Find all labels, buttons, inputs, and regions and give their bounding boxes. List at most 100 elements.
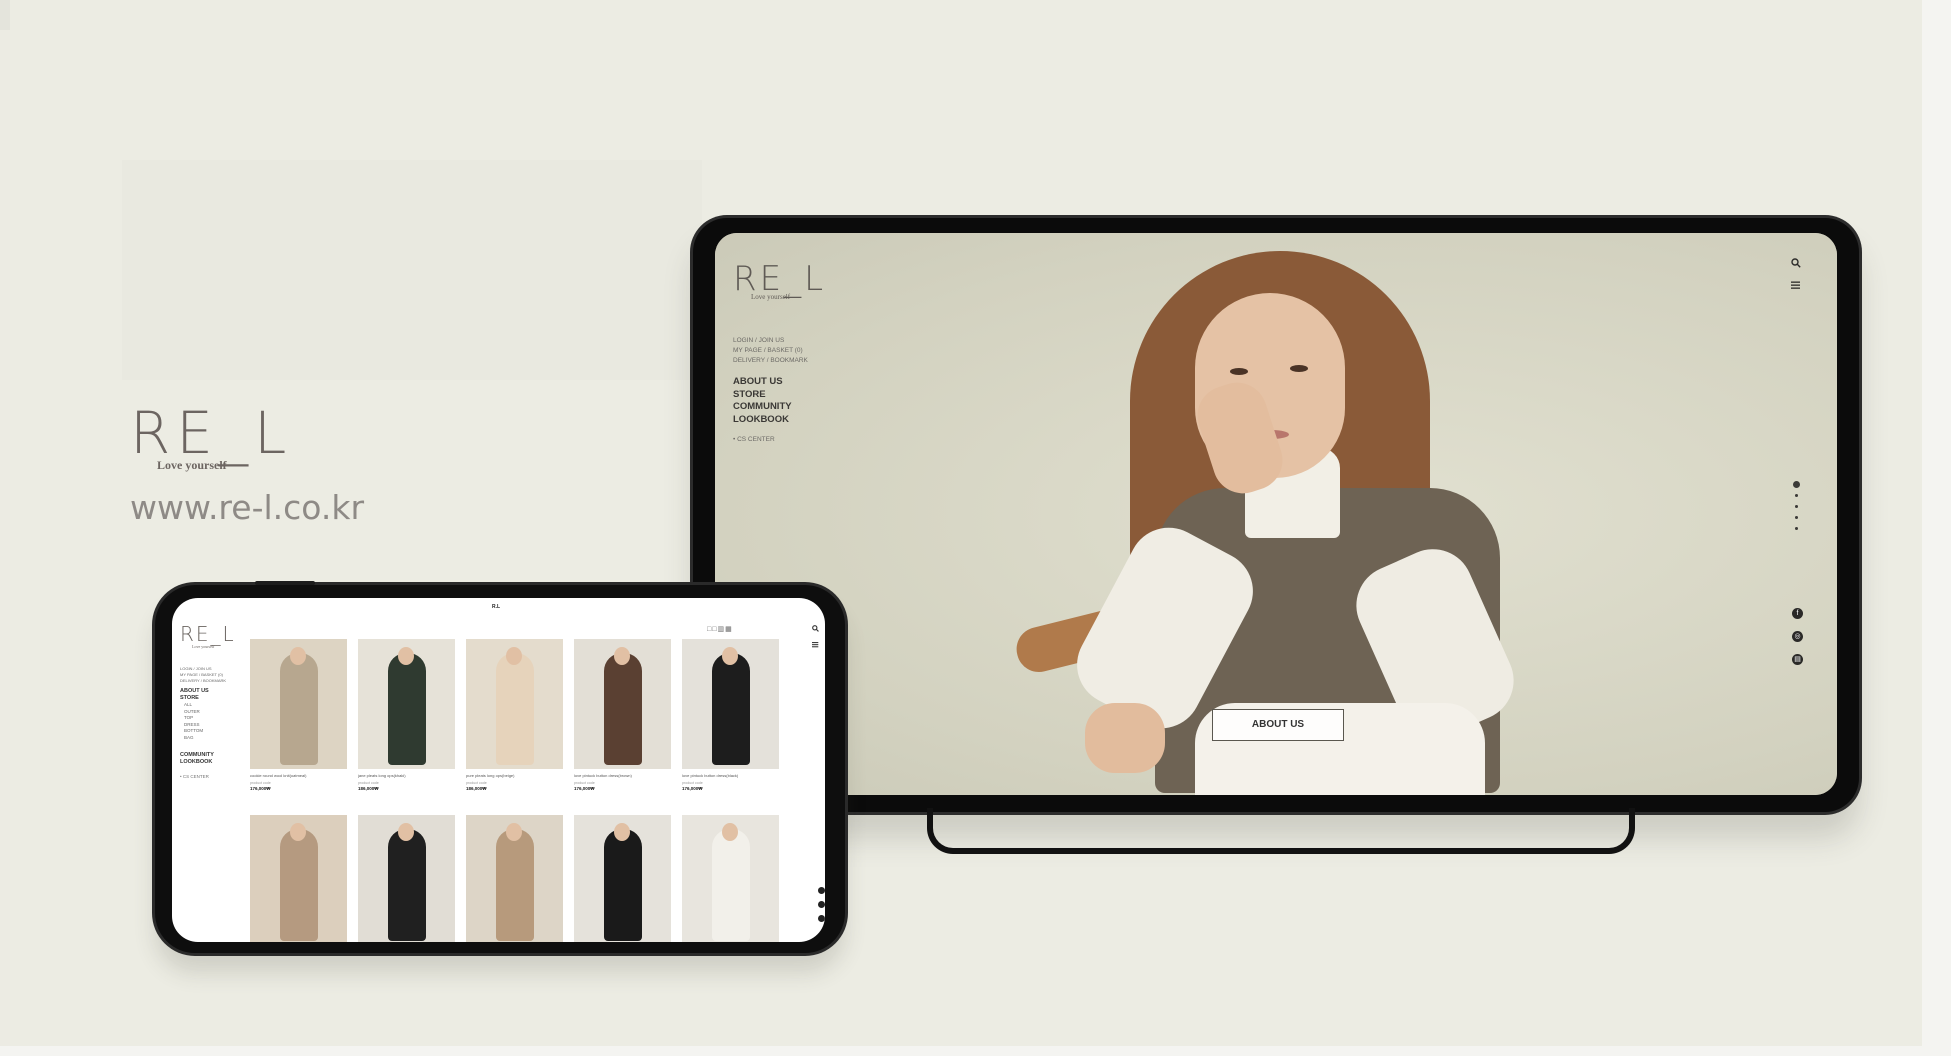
- slider-dot[interactable]: [1794, 516, 1798, 519]
- hero-menu-lookbook[interactable]: LOOKBOOK: [733, 414, 792, 427]
- product-card[interactable]: jane pleats long ops(khaki) product code 1…: [358, 639, 455, 791]
- blog-icon[interactable]: ▤: [1792, 654, 1803, 665]
- product-price: 176,000₩: [682, 786, 703, 791]
- slider-dot[interactable]: [1794, 505, 1798, 508]
- product-card[interactable]: love pintuck button dress(brown) product …: [574, 639, 671, 791]
- site-url[interactable]: www.re-l.co.kr: [130, 488, 364, 527]
- product-model-head: [398, 647, 414, 665]
- shop-screen: R.L RE_L Love yourself LOGIN / JOIN US M…: [172, 598, 825, 942]
- product-model-figure: [280, 829, 318, 941]
- hero-menu-about[interactable]: ABOUT US: [733, 376, 792, 389]
- slider-dot[interactable]: [1794, 527, 1798, 530]
- product-name[interactable]: pure pleats long ops(beige): [466, 773, 563, 778]
- product-price: 176,000₩: [574, 786, 595, 791]
- hero-photo-eye: [1230, 368, 1248, 375]
- phone-device-mockup: R.L RE_L Love yourself LOGIN / JOIN US M…: [155, 581, 845, 953]
- product-model-head: [290, 647, 306, 665]
- right-background-strip: [1922, 0, 1951, 1056]
- product-card[interactable]: [250, 815, 347, 942]
- product-name[interactable]: jane pleats long ops(khaki): [358, 773, 455, 778]
- product-model-head: [506, 647, 522, 665]
- shop-menu-community[interactable]: COMMUNITY: [180, 752, 214, 759]
- product-image[interactable]: [574, 815, 671, 942]
- product-image[interactable]: [574, 639, 671, 769]
- shop-submenu-bottom[interactable]: BOTTOM: [184, 728, 203, 735]
- slider-dot[interactable]: [1794, 494, 1798, 497]
- product-code: product code: [574, 781, 595, 785]
- device-stand: [927, 808, 1635, 854]
- product-card[interactable]: [574, 815, 671, 942]
- slider-pagination: [1791, 481, 1801, 538]
- product-code: product code: [250, 781, 271, 785]
- hero-link-delivery[interactable]: DELIVERY / BOOKMARK: [733, 356, 808, 366]
- product-model-figure: [604, 653, 642, 765]
- shop-logo[interactable]: RE_L: [180, 622, 236, 646]
- product-image[interactable]: [466, 639, 563, 769]
- product-model-head: [614, 823, 630, 841]
- hero-cs-center[interactable]: • CS CENTER: [733, 436, 775, 443]
- product-image[interactable]: [682, 815, 779, 942]
- product-model-figure: [280, 653, 318, 765]
- product-price: 176,000₩: [250, 786, 271, 791]
- shop-tagline: Love yourself: [192, 644, 215, 649]
- brand-tagline: Love yourself: [157, 458, 227, 472]
- product-model-head: [290, 823, 306, 841]
- shop-store-submenu: ALL OUTER TOP DRESS BOTTOM BAG: [184, 702, 203, 741]
- instagram-icon[interactable]: ◎: [1792, 631, 1803, 642]
- shop-link-delivery[interactable]: DELIVERY / BOOKMARK: [180, 678, 226, 684]
- product-name[interactable]: cookie round wool knit(oatmeal): [250, 773, 347, 778]
- hero-link-login[interactable]: LOGIN / JOIN US: [733, 336, 808, 346]
- product-model-figure: [388, 829, 426, 941]
- hero-tagline: Love yourself: [751, 293, 791, 301]
- product-model-figure: [388, 653, 426, 765]
- hero-photo-hand: [1085, 703, 1165, 773]
- product-code: product code: [466, 781, 487, 785]
- product-card[interactable]: pure pleats long ops(beige) product code 1…: [466, 639, 563, 791]
- hero-menu-store[interactable]: STORE: [733, 389, 792, 402]
- search-icon[interactable]: [812, 625, 819, 634]
- facebook-icon[interactable]: f: [1792, 608, 1803, 619]
- tablet-device-mockup: RE_L Love yourself LOGIN / JOIN US MY PA…: [693, 218, 1859, 854]
- product-model-figure: [496, 653, 534, 765]
- product-model-figure: [496, 829, 534, 941]
- product-image[interactable]: [682, 639, 779, 769]
- product-image[interactable]: [358, 815, 455, 942]
- product-model-head: [506, 823, 522, 841]
- product-image[interactable]: [466, 815, 563, 942]
- product-model-figure: [712, 829, 750, 941]
- product-image[interactable]: [358, 639, 455, 769]
- product-card[interactable]: [358, 815, 455, 942]
- hamburger-icon[interactable]: [1791, 280, 1801, 293]
- product-card[interactable]: [682, 815, 779, 942]
- hero-main-menu: ABOUT US STORE COMMUNITY LOOKBOOK: [733, 376, 792, 426]
- product-name[interactable]: love pintuck button dress(brown): [574, 773, 671, 778]
- shop-header-title: R.L: [492, 604, 501, 610]
- about-us-button[interactable]: ABOUT US: [1212, 709, 1344, 741]
- hero-link-mypage[interactable]: MY PAGE / BASKET (0): [733, 346, 808, 356]
- shop-cs-center[interactable]: • CS CENTER: [180, 774, 209, 779]
- shop-main-menu: ABOUT US STORE: [180, 688, 209, 702]
- hero-menu-community[interactable]: COMMUNITY: [733, 401, 792, 414]
- bottom-background-strip: [0, 1046, 1951, 1056]
- shop-menu-lookbook[interactable]: LOOKBOOK: [180, 759, 214, 766]
- product-card[interactable]: [466, 815, 563, 942]
- search-icon[interactable]: [1791, 258, 1801, 271]
- slider-dot-active[interactable]: [1792, 481, 1800, 488]
- product-card[interactable]: love pintuck button dress(black) product …: [682, 639, 779, 791]
- blog-icon[interactable]: [818, 915, 825, 922]
- product-card[interactable]: cookie round wool knit(oatmeal) product c…: [250, 639, 347, 791]
- shop-menu-about[interactable]: ABOUT US: [180, 688, 209, 695]
- product-price: 186,000₩: [358, 786, 379, 791]
- instagram-icon[interactable]: [818, 901, 825, 908]
- product-image[interactable]: [250, 639, 347, 769]
- shop-account-links: LOGIN / JOIN US MY PAGE / BASKET (0) DEL…: [180, 666, 226, 684]
- product-code: product code: [682, 781, 703, 785]
- shop-menu-store[interactable]: STORE: [180, 695, 209, 702]
- hamburger-icon[interactable]: [812, 641, 819, 650]
- product-model-head: [398, 823, 414, 841]
- facebook-icon[interactable]: [818, 887, 825, 894]
- product-image[interactable]: [250, 815, 347, 942]
- grid-view-toggle-icons[interactable]: □□▥▦: [707, 625, 733, 633]
- shop-submenu-bag[interactable]: BAG: [184, 735, 203, 742]
- product-name[interactable]: love pintuck button dress(black): [682, 773, 779, 778]
